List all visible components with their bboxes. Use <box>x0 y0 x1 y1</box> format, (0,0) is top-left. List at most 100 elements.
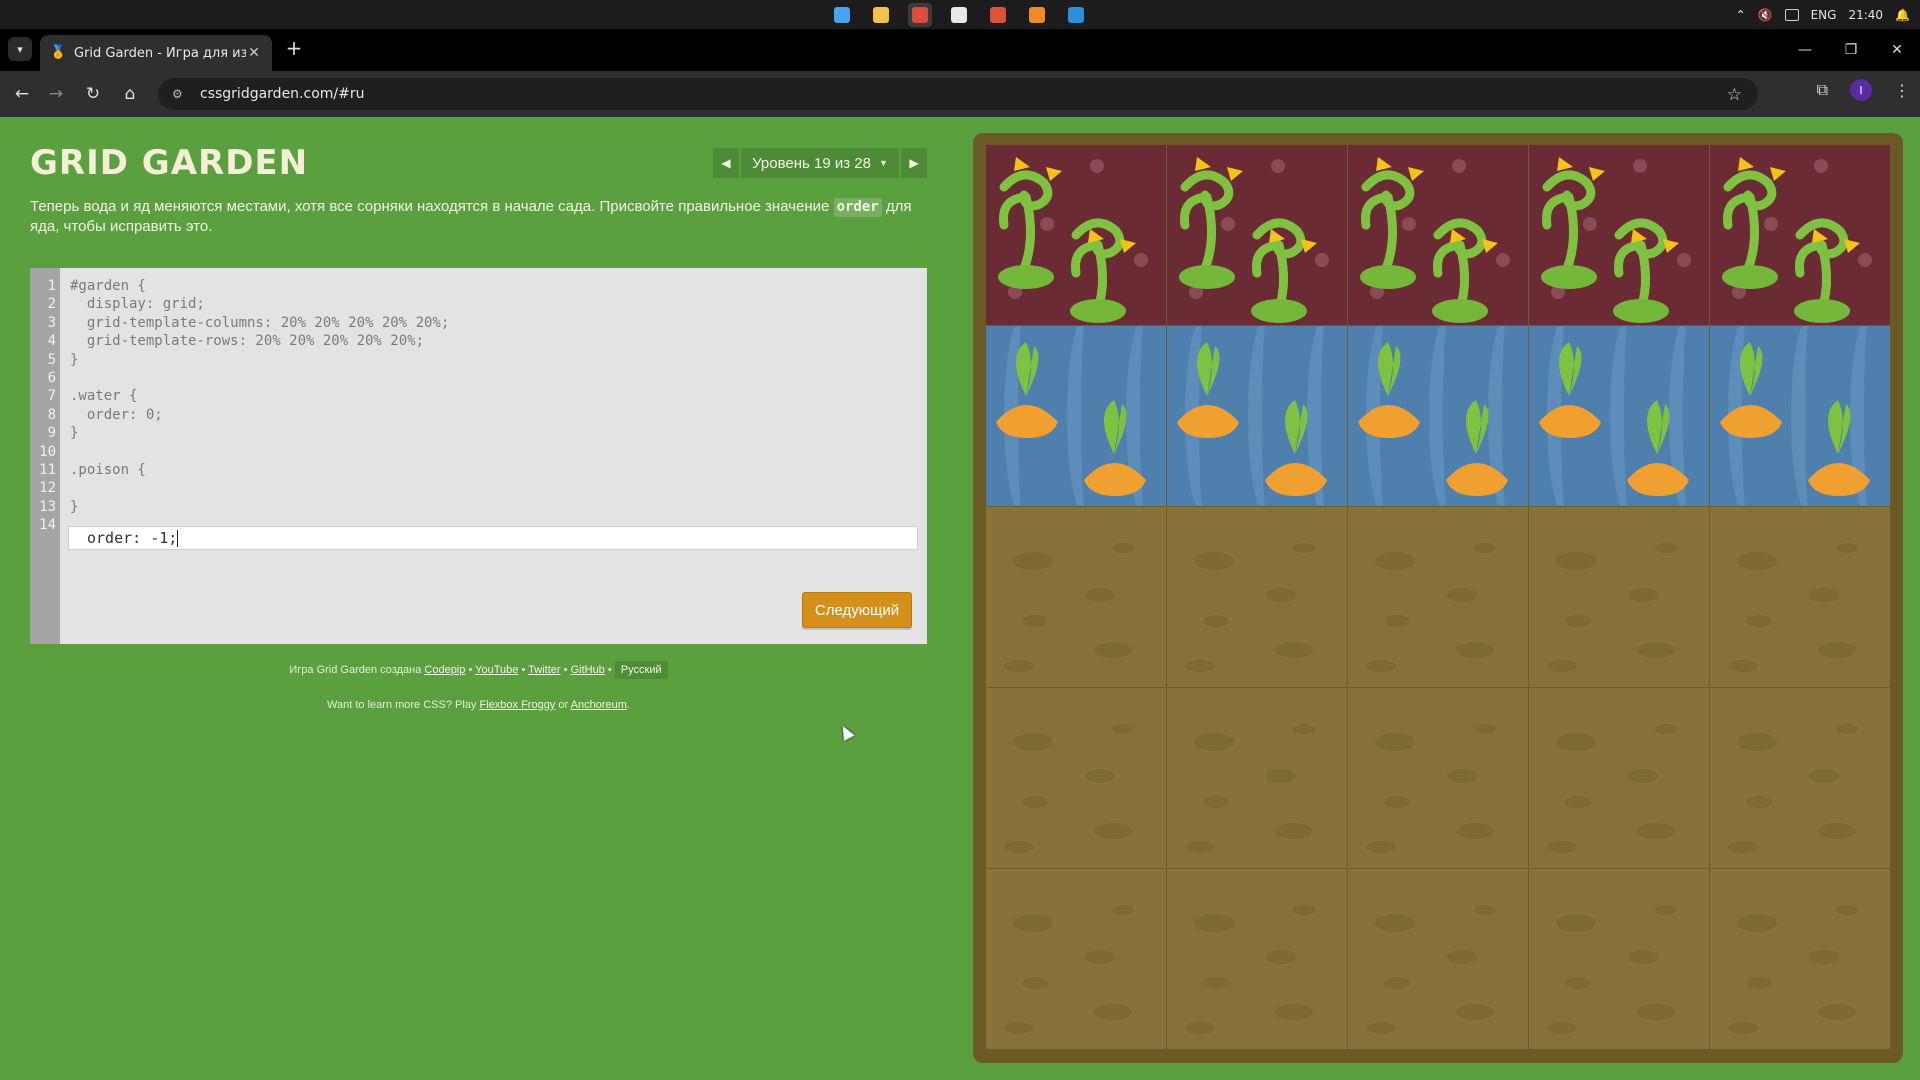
soil-pebble <box>1565 977 1591 989</box>
chevron-up-icon[interactable]: ⌃ <box>1736 8 1746 22</box>
line-number: 14 <box>39 517 56 534</box>
codepip-link[interactable]: Codepip <box>424 664 465 676</box>
soil-pebble <box>1447 769 1477 783</box>
soil-pebble <box>1447 588 1477 602</box>
soil-pebble <box>1112 724 1134 734</box>
taskbar-apps <box>830 3 1088 27</box>
soil-pebble <box>1112 905 1134 915</box>
soil-pebble <box>1746 615 1772 627</box>
anchoreum-link[interactable]: Anchoreum <box>571 699 627 711</box>
file-explorer-icon[interactable] <box>869 3 893 27</box>
soil-pebble <box>1637 1004 1675 1020</box>
flexbox-froggy-link[interactable]: Flexbox Froggy <box>480 699 556 711</box>
prev-level-button[interactable]: ◀ <box>713 148 739 178</box>
soil-pebble <box>1094 642 1132 658</box>
minimize-button[interactable]: — <box>1782 29 1828 71</box>
soil-pebble <box>1384 796 1410 808</box>
soil-pebble <box>1022 977 1048 989</box>
language-selector[interactable]: Русский <box>614 661 668 679</box>
github-link[interactable]: GitHub <box>571 664 605 676</box>
sublime-text-icon[interactable] <box>1025 3 1049 27</box>
toolbar-right: ⧉ I ⋮ <box>1817 79 1910 101</box>
poison-cell <box>1348 145 1528 325</box>
close-window-button[interactable]: ✕ <box>1874 29 1920 71</box>
soil-cell <box>1710 688 1890 868</box>
soil-cell <box>1348 507 1528 687</box>
soil-pebble <box>1275 1004 1313 1020</box>
css-input-value: order: -1; <box>87 529 178 547</box>
water-cell <box>986 326 1166 506</box>
line-number: 10 <box>39 443 56 460</box>
reload-button[interactable]: ↻ <box>81 82 105 106</box>
volume-muted-icon[interactable]: 🔇 <box>1758 8 1773 22</box>
credits-line: Игра Grid Garden создана Codepip • YouTu… <box>30 661 927 679</box>
soil-pebble <box>1556 552 1596 570</box>
soil-pebble <box>1194 914 1234 932</box>
soil-pebble <box>1809 588 1839 602</box>
carrot-sprite <box>1358 342 1508 496</box>
sublime-text-icon-glyph <box>1029 7 1045 23</box>
soil-pebble <box>1836 905 1858 915</box>
carrot-sprite <box>986 326 1166 506</box>
windows-start-icon[interactable] <box>830 3 854 27</box>
forward-button[interactable]: → <box>44 82 68 106</box>
tab-grid-garden[interactable]: 🏅 Grid Garden - Игра для изучен ✕ <box>40 35 272 71</box>
address-bar[interactable]: ⚙ cssgridgarden.com/#ru ☆ <box>158 78 1758 110</box>
weed-sprite <box>1179 157 1317 323</box>
extensions-icon[interactable]: ⧉ <box>1817 80 1828 100</box>
next-button[interactable]: Следующий <box>802 592 912 628</box>
soil-pebble <box>1375 552 1415 570</box>
next-level-button[interactable]: ▶ <box>901 148 927 178</box>
soil-pebble <box>1836 724 1858 734</box>
clock[interactable]: 21:40 <box>1848 8 1883 22</box>
water-cell <box>1710 326 1890 506</box>
line-number: 5 <box>47 351 56 368</box>
back-button[interactable]: ← <box>10 82 34 106</box>
grid-garden-favicon-icon: 🏅 <box>50 45 67 60</box>
level-dropdown[interactable]: Уровень 19 из 28 ▼ <box>741 148 899 178</box>
language-indicator[interactable]: ENG <box>1811 8 1837 22</box>
soil-pebble <box>1728 841 1758 853</box>
learn-prefix: Want to learn more CSS? Play <box>327 699 477 711</box>
soil-pebble <box>1275 823 1313 839</box>
window-controls: — ❐ ✕ <box>1782 29 1920 71</box>
restore-button[interactable]: ❐ <box>1828 29 1874 71</box>
app-shield-icon[interactable] <box>947 3 971 27</box>
soil-cell <box>1167 507 1347 687</box>
line-number: 4 <box>47 333 56 350</box>
soil-pebble <box>1637 823 1675 839</box>
youtube-link[interactable]: YouTube <box>475 664 518 676</box>
instructions-text: Теперь вода и яд меняются местами, хотя … <box>30 198 834 215</box>
carrot-sprite <box>1720 342 1870 496</box>
separator: • <box>468 664 473 676</box>
poison-cell <box>986 145 1166 325</box>
profile-avatar[interactable]: I <box>1850 79 1872 101</box>
menu-kebab-icon[interactable]: ⋮ <box>1894 81 1910 100</box>
close-tab-icon[interactable]: ✕ <box>246 45 262 61</box>
vscode-icon[interactable] <box>1064 3 1088 27</box>
twitter-link[interactable]: Twitter <box>528 664 560 676</box>
bookmark-star-icon[interactable]: ☆ <box>1727 85 1742 105</box>
code-line: } <box>70 498 79 515</box>
soil-pebble <box>1456 642 1494 658</box>
chrome-icon[interactable] <box>908 3 932 27</box>
line-number: 12 <box>39 480 56 497</box>
soil-pebble <box>1366 1022 1396 1034</box>
notification-bell-icon[interactable]: 🔔 <box>1895 8 1910 22</box>
weed-sprite <box>1360 157 1498 323</box>
soil-pebble <box>1085 950 1115 964</box>
tab-search-button[interactable]: ▾ <box>8 37 32 61</box>
soil-cell <box>1529 507 1709 687</box>
soil-pebble <box>1836 543 1858 553</box>
new-tab-button[interactable]: + <box>282 37 306 61</box>
home-button[interactable]: ⌂ <box>118 82 142 106</box>
display-icon[interactable] <box>1784 8 1799 21</box>
site-info-icon[interactable]: ⚙ <box>172 87 188 101</box>
app-grid-icon[interactable] <box>986 3 1010 27</box>
soil-cell <box>1348 869 1528 1049</box>
soil-pebble <box>1637 642 1675 658</box>
soil-pebble <box>1728 1022 1758 1034</box>
css-input-field[interactable]: order: -1; <box>68 526 918 550</box>
soil-pebble <box>1818 1004 1856 1020</box>
separator: • <box>563 664 568 676</box>
